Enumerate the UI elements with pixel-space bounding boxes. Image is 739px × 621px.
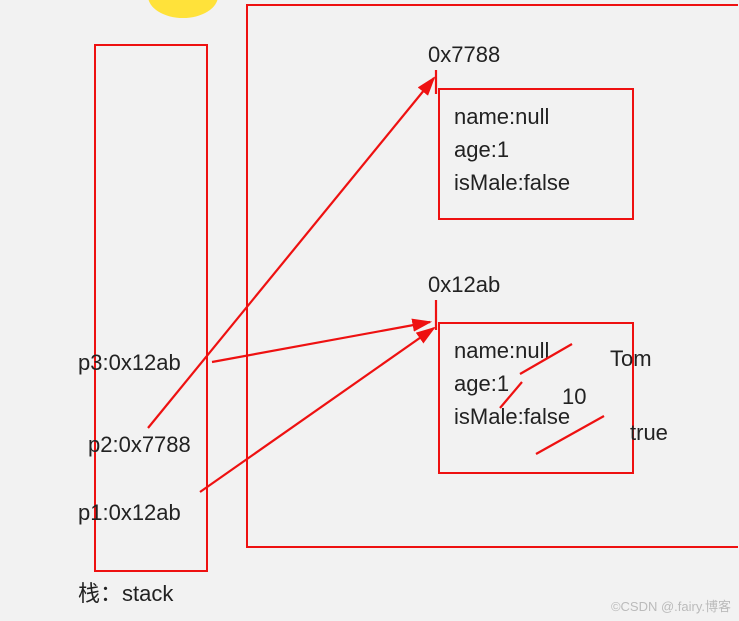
obj1-field-ismale: isMale:false <box>454 166 618 199</box>
heap-object-1: name:null age:1 isMale:false <box>438 88 634 220</box>
obj2-field-age: age:1 <box>454 367 618 400</box>
diagram-canvas: { "stack": { "label": "栈：stack", "entrie… <box>0 0 739 621</box>
watermark: ©CSDN @.fairy.博客 <box>611 596 731 615</box>
obj2-field-name: name:null <box>454 334 618 367</box>
highlight-blob <box>148 0 218 18</box>
obj2-edit-age: 10 <box>562 384 586 410</box>
obj1-field-name: name:null <box>454 100 618 133</box>
heap-address-2: 0x12ab <box>428 272 500 298</box>
heap-object-2: name:null age:1 isMale:false <box>438 322 634 474</box>
heap-address-1: 0x7788 <box>428 42 500 68</box>
obj2-edit-ismale: true <box>630 420 668 446</box>
stack-entry-p1: p1:0x12ab <box>78 500 181 526</box>
stack-entry-p2: p2:0x7788 <box>88 432 191 458</box>
stack-region <box>94 44 208 572</box>
obj1-field-age: age:1 <box>454 133 618 166</box>
obj2-field-ismale: isMale:false <box>454 400 618 433</box>
obj2-edit-name: Tom <box>610 346 652 372</box>
stack-entry-p3: p3:0x12ab <box>78 350 181 376</box>
stack-label: 栈：stack <box>78 576 173 608</box>
